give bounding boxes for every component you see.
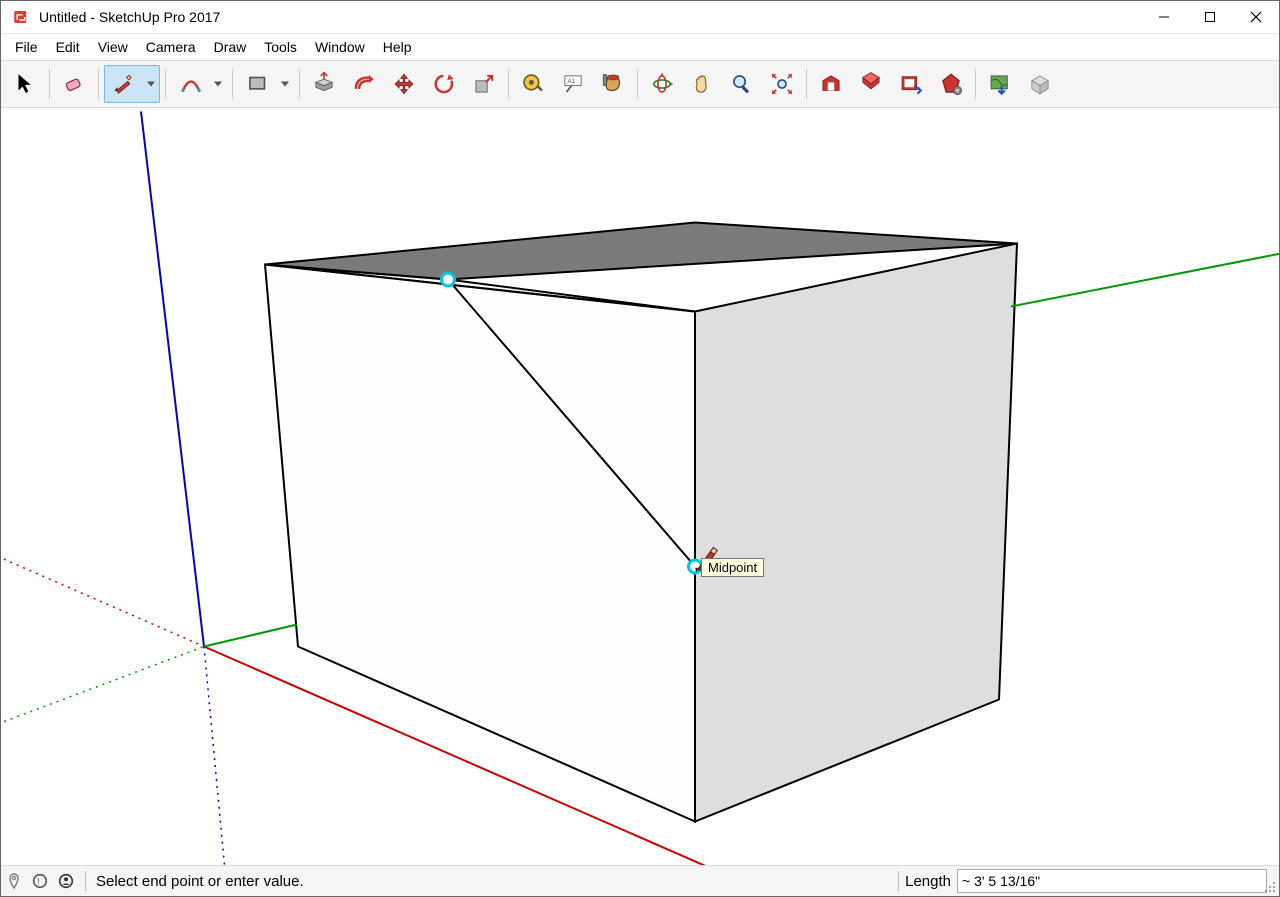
pan-tool[interactable] [683,65,721,103]
shape-tool[interactable] [238,65,294,103]
measurement-input[interactable] [957,869,1267,893]
offset-tool[interactable] [345,65,383,103]
line-tool[interactable] [104,65,160,103]
paint-tool[interactable] [594,65,632,103]
separator [232,69,233,99]
model-viewport[interactable]: Midpoint [1,108,1279,865]
separator [637,69,638,99]
svg-text:!: ! [37,877,40,887]
credits-icon[interactable]: ! [27,868,53,894]
tape-tool[interactable] [514,65,552,103]
move-tool[interactable] [385,65,423,103]
title-bar: Untitled - SketchUp Pro 2017 [1,1,1279,34]
toolbar: A1 [1,60,1279,108]
eraser-tool[interactable] [55,65,93,103]
separator [299,69,300,99]
menu-view[interactable]: View [90,37,136,57]
scale-tool[interactable] [465,65,503,103]
menu-bar: File Edit View Camera Draw Tools Window … [1,34,1279,60]
scene-svg [1,108,1279,865]
inference-tooltip: Midpoint [701,558,764,577]
arc-tool[interactable] [171,65,227,103]
separator [165,69,166,99]
window-title: Untitled - SketchUp Pro 2017 [39,9,220,25]
status-hint: Select end point or enter value. [92,873,304,890]
separator [898,871,899,891]
separator [508,69,509,99]
menu-draw[interactable]: Draw [206,37,255,57]
menu-help[interactable]: Help [375,37,420,57]
length-label: Length [905,873,957,890]
ruby-console-tool[interactable] [932,65,970,103]
select-tool[interactable] [6,65,44,103]
rotate-tool[interactable] [425,65,463,103]
status-bar: ! Select end point or enter value. Lengt… [1,865,1279,896]
separator [49,69,50,99]
maximize-button[interactable] [1187,1,1233,33]
separator [975,69,976,99]
dropdown-icon [214,82,222,87]
zoom-extents-tool[interactable] [763,65,801,103]
orbit-tool[interactable] [643,65,681,103]
close-button[interactable] [1233,1,1279,33]
ew-manage-tool[interactable] [892,65,930,103]
app-icon [11,7,31,27]
style-tool[interactable] [1021,65,1059,103]
3d-warehouse-tool[interactable] [812,65,850,103]
menu-camera[interactable]: Camera [138,37,204,57]
user-icon[interactable] [53,868,79,894]
svg-text:A1: A1 [567,78,575,85]
separator [806,69,807,99]
menu-edit[interactable]: Edit [48,37,88,57]
pushpull-tool[interactable] [305,65,343,103]
ew-upload-tool[interactable] [852,65,890,103]
separator [85,871,86,891]
menu-file[interactable]: File [7,37,46,57]
add-location-tool[interactable] [981,65,1019,103]
menu-tools[interactable]: Tools [256,37,305,57]
resize-grip[interactable] [1264,881,1278,895]
text-tool[interactable]: A1 [554,65,592,103]
menu-window[interactable]: Window [307,37,373,57]
geo-pin-icon[interactable] [1,868,27,894]
separator [98,69,99,99]
dropdown-icon [281,82,289,87]
zoom-tool[interactable] [723,65,761,103]
minimize-button[interactable] [1141,1,1187,33]
dropdown-icon [147,82,155,87]
